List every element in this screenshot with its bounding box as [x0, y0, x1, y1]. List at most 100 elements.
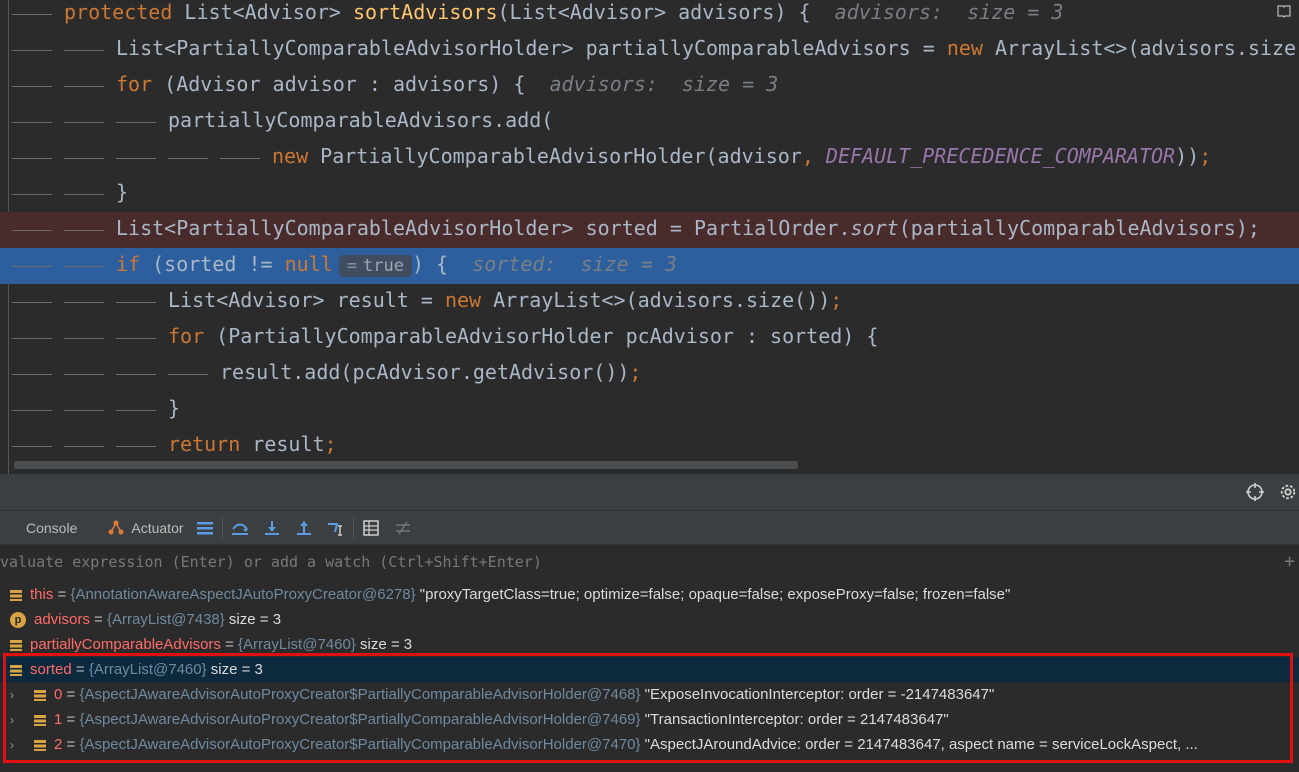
debugger-toolbar: Console Actuator [0, 510, 1299, 545]
code-token: ; [324, 432, 337, 456]
code-token: ArrayList<>(advisors.size()) [493, 288, 831, 312]
step-into-icon[interactable] [261, 517, 283, 539]
variable-row[interactable]: › 2 = {AspectJAwareAdvisorAutoProxyCreato… [0, 732, 1299, 757]
debug-value-hint: sorted: size = 3 [472, 252, 677, 276]
code-line[interactable]: for (PartiallyComparableAdvisorHolder pc… [0, 320, 1299, 356]
debug-value-hint: advisors: size = 3 [549, 72, 779, 96]
variable-row[interactable]: p advisors = {ArrayList@7438} size = 3 [0, 607, 1299, 632]
code-token: sortAdvisors [353, 0, 498, 24]
code-token: } [168, 396, 181, 420]
variable-equals: = [62, 686, 80, 703]
variable-row[interactable]: this = {AnnotationAwareAspectJAutoProxyC… [0, 582, 1299, 607]
code-line[interactable]: new PartiallyComparableAdvisorHolder(adv… [0, 140, 1299, 176]
variable-equals: = [62, 711, 80, 728]
inline-value-hint: = true [338, 254, 412, 277]
code-editor[interactable]: protected List<Advisor> sortAdvisors(Lis… [0, 0, 1299, 474]
debug-panel-header [0, 474, 1299, 510]
toolbar-divider [352, 518, 354, 538]
variable-value: size = 3 [206, 661, 263, 678]
step-out-icon[interactable] [293, 517, 315, 539]
code-line[interactable]: List<PartiallyComparableAdvisorHolder> s… [0, 212, 1299, 248]
code-token: DEFAULT_PRECEDENCE_COMPARATOR [825, 144, 1176, 168]
code-token: (sorted != [152, 252, 285, 276]
code-token: (Advisor advisor : advisors) { [164, 72, 550, 96]
variable-value: "ExposeInvocationInterceptor: order = -2… [640, 686, 995, 703]
indent-guides [0, 4, 64, 24]
variable-row[interactable]: sorted = {ArrayList@7460} size = 3 [0, 657, 1299, 682]
code-line[interactable]: } [0, 392, 1299, 428]
indent-guides [0, 184, 116, 204]
add-watch-icon[interactable]: + [1284, 545, 1295, 579]
variables-tree: this = {AnnotationAwareAspectJAutoProxyC… [0, 578, 1299, 772]
expand-chevron-icon[interactable]: › [10, 708, 20, 732]
code-token: } [116, 180, 129, 204]
variable-equals: = [220, 636, 239, 653]
variable-type: {ArrayList@7438} [106, 611, 225, 628]
field-icon [10, 590, 22, 602]
toolbar-divider [221, 518, 223, 538]
code-token: List<Advisor> [184, 0, 353, 24]
code-token: new [444, 288, 494, 312]
variable-row[interactable]: partiallyComparableAdvisors = {ArrayList… [0, 632, 1299, 657]
code-line[interactable]: return result; [0, 428, 1299, 464]
field-icon [10, 665, 22, 677]
code-token: (PartiallyComparableAdvisorHolder pcAdvi… [216, 324, 879, 348]
code-token: ArrayList<>(advisors.size()); [995, 36, 1299, 60]
watch-placeholder: valuate expression (Enter) or add a watc… [0, 553, 542, 571]
crosshair-icon[interactable] [1245, 482, 1265, 502]
code-line[interactable]: partiallyComparableAdvisors.add( [0, 104, 1299, 140]
code-line[interactable]: protected List<Advisor> sortAdvisors(Lis… [0, 0, 1299, 32]
tab-actuator[interactable]: Actuator [107, 511, 184, 545]
tab-actuator-label: Actuator [131, 520, 184, 536]
code-token: ) { [411, 252, 473, 276]
indent-guides [0, 112, 168, 132]
code-token: partiallyComparableAdvisors.add( [168, 108, 554, 132]
code-line[interactable]: for (Advisor advisor : advisors) { advis… [0, 68, 1299, 104]
variable-name: partiallyComparableAdvisors [30, 636, 221, 653]
actuator-icon [108, 520, 124, 535]
code-token: new [946, 36, 996, 60]
menu-lines-icon[interactable] [194, 517, 216, 539]
indent-guides [0, 220, 116, 240]
gear-icon[interactable] [1279, 482, 1297, 502]
expand-chevron-icon[interactable]: › [10, 733, 20, 757]
current-execution-line[interactable]: if (sorted != null = true) { sorted: size … [0, 248, 1299, 284]
indent-guides [0, 400, 168, 420]
code-token: result.add(pcAdvisor.getAdvisor()) [220, 360, 630, 384]
code-token: null [284, 252, 333, 276]
variable-value: "TransactionInterceptor: order = 2147483… [640, 711, 949, 728]
indent-guides [0, 148, 272, 168]
variable-row[interactable]: › 1 = {AspectJAwareAdvisorAutoProxyCreato… [0, 707, 1299, 732]
variable-type: {AnnotationAwareAspectJAutoProxyCreator@… [70, 586, 416, 603]
code-line[interactable]: List<Advisor> result = new ArrayList<>(a… [0, 284, 1299, 320]
variable-row[interactable]: › 0 = {AspectJAwareAdvisorAutoProxyCreato… [0, 682, 1299, 707]
expand-chevron-icon[interactable]: › [10, 683, 20, 707]
evaluate-table-icon[interactable] [360, 517, 382, 539]
code-token: List<PartiallyComparableAdvisorHolder> s… [116, 216, 851, 240]
variable-equals: = [53, 586, 71, 603]
code-token: sort [850, 216, 899, 240]
code-token: , [801, 144, 826, 168]
debug-value-hint: advisors: size = 3 [834, 0, 1064, 24]
variable-equals: = [62, 736, 80, 753]
code-line[interactable]: } [0, 176, 1299, 212]
variable-type: {AspectJAwareAdvisorAutoProxyCreator$Par… [79, 711, 641, 728]
code-line[interactable]: result.add(pcAdvisor.getAdvisor()); [0, 356, 1299, 392]
mute-breakpoints-icon[interactable] [392, 517, 414, 539]
variable-type: {AspectJAwareAdvisorAutoProxyCreator$Par… [79, 686, 641, 703]
inline-value: true [363, 255, 404, 276]
watch-expression-input[interactable]: valuate expression (Enter) or add a watc… [0, 544, 1299, 579]
indent-guides [0, 436, 168, 456]
reader-mode-icon[interactable] [1277, 4, 1291, 18]
field-icon [10, 640, 22, 652]
variable-name: this [30, 586, 54, 603]
indent-guides [0, 328, 168, 348]
variable-value: "AspectJAroundAdvice: order = 2147483647… [640, 736, 1198, 753]
code-line[interactable]: List<PartiallyComparableAdvisorHolder> p… [0, 32, 1299, 68]
run-to-cursor-icon[interactable] [325, 517, 347, 539]
horizontal-scrollbar[interactable] [14, 461, 798, 469]
field-icon [34, 715, 46, 727]
code-token: if [116, 252, 153, 276]
tab-console[interactable]: Console [26, 511, 77, 545]
step-over-icon[interactable] [229, 517, 251, 539]
